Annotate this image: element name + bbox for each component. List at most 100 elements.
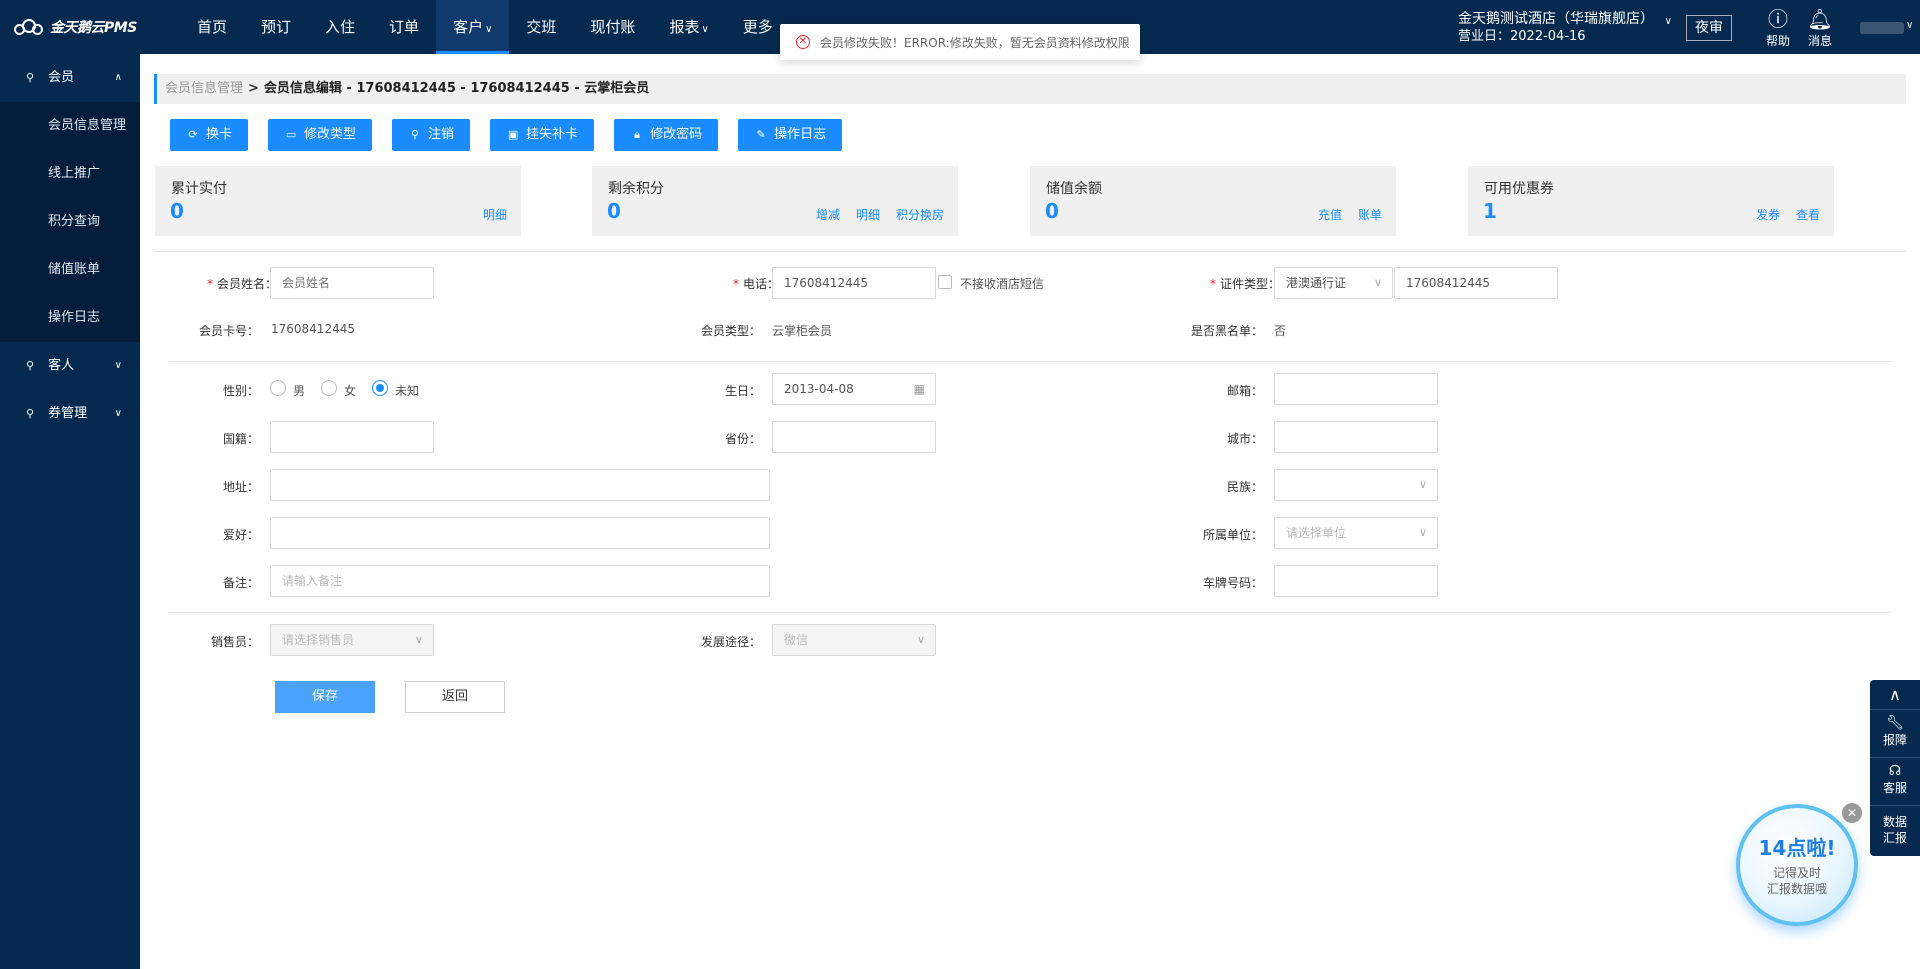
address-label: 地址： — [222, 480, 259, 494]
breadcrumb: 会员信息管理 > 会员信息编辑 - 17608412445 - 1760841244… — [154, 74, 1906, 104]
operation-log-button[interactable]: ✎ 操作日志 — [738, 119, 843, 151]
gender-label: 性别： — [222, 384, 259, 398]
remark-label: 备注： — [222, 576, 259, 590]
birthday-label: 生日： — [724, 384, 761, 398]
back-button[interactable]: 返回 — [405, 681, 505, 713]
address-input[interactable] — [270, 469, 770, 501]
plate-label: 车牌号码： — [1202, 576, 1263, 590]
reminder-bubble[interactable]: 14点啦! 记得及时 汇报数据哦 — [1736, 804, 1858, 926]
collapse-up-icon[interactable]: ∧ — [1870, 680, 1920, 710]
channel-select[interactable]: 微信 ∨ — [772, 624, 936, 656]
breadcrumb-parent[interactable]: 会员信息管理 — [165, 81, 243, 96]
main-content: 会员信息管理 > 会员信息编辑 - 17608412445 - 1760841244… — [140, 54, 1920, 969]
points-redeem-link[interactable]: 积分换房 — [896, 206, 944, 223]
ethnicity-select[interactable]: ∨ — [1274, 469, 1438, 501]
nav-shift[interactable]: 交班 — [509, 0, 573, 54]
company-select[interactable]: 请选择单位 ∨ — [1274, 517, 1438, 549]
nav-checkin[interactable]: 入住 — [308, 0, 372, 54]
reminder-title: 14点啦! — [1758, 836, 1836, 860]
card-no-label: 会员卡号： — [198, 324, 259, 338]
province-input[interactable] — [772, 421, 936, 453]
stat-points: 剩余积分 0 增减 明细 积分换房 — [592, 166, 958, 236]
sidebar-group-coupon[interactable]: ⚲ 券管理 ∨ — [0, 390, 140, 438]
bill-link[interactable]: 账单 — [1358, 206, 1382, 223]
user-avatar[interactable] — [1860, 22, 1904, 34]
sidebar-group-guest[interactable]: ⚲ 客人 ∨ — [0, 342, 140, 390]
hotel-selector[interactable]: 金天鹅测试酒店（华瑞旗舰店） 营业日：2022-04-16 ∨ — [1458, 10, 1672, 46]
data-report-button[interactable]: 数据汇报 — [1870, 806, 1920, 854]
phone-input[interactable]: 17608412445 — [772, 267, 936, 299]
city-input[interactable] — [1274, 421, 1438, 453]
nav-orders[interactable]: 订单 — [372, 0, 436, 54]
sms-optout-label: 不接收酒店短信 — [960, 277, 1045, 291]
stat-coupons: 可用优惠券 1 发券 查看 — [1468, 166, 1834, 236]
customer-service-button[interactable]: ☊ 客服 — [1870, 758, 1920, 806]
birthday-picker[interactable]: 2013-04-08 ▦ — [772, 373, 936, 405]
remark-input[interactable]: 请输入备注 — [270, 565, 770, 597]
email-label: 邮箱： — [1226, 384, 1263, 398]
nationality-label: 国籍： — [222, 432, 259, 446]
help-circle-icon: ⓘ — [1768, 7, 1788, 31]
save-button[interactable]: 保存 — [275, 681, 375, 713]
gender-male-radio[interactable] — [270, 380, 286, 396]
nav-reports[interactable]: 报表 ∨ — [652, 0, 725, 54]
help-button[interactable]: ⓘ 帮助 — [1758, 6, 1798, 49]
app-logo[interactable]: 金天鹅云PMS — [14, 17, 137, 37]
city-label: 城市： — [1226, 432, 1263, 446]
change-card-button[interactable]: ⟳ 换卡 — [170, 119, 249, 151]
view-coupon-link[interactable]: 查看 — [1796, 206, 1820, 223]
name-input[interactable] — [270, 267, 434, 299]
nav-home[interactable]: 首页 — [180, 0, 244, 54]
sidebar-item-points[interactable]: 积分查询 — [0, 198, 140, 246]
gender-female-radio[interactable] — [321, 380, 337, 396]
hotel-name: 金天鹅测试酒店（华瑞旗舰店） — [1458, 11, 1654, 27]
sidebar-item-stored-value[interactable]: 储值账单 — [0, 246, 140, 294]
id-type-select[interactable]: 港澳通行证 ∨ — [1274, 267, 1393, 299]
sidebar-item-oplog[interactable]: 操作日志 — [0, 294, 140, 342]
card-no-value: 17608412445 — [271, 322, 355, 336]
nav-reservation[interactable]: 预订 — [244, 0, 308, 54]
points-detail-link[interactable]: 明细 — [856, 206, 880, 223]
close-icon[interactable]: ✕ — [1842, 803, 1862, 823]
gender-unknown-radio[interactable] — [372, 380, 388, 396]
recharge-link[interactable]: 充值 — [1318, 206, 1342, 223]
nav-customers[interactable]: 客户 ∨ — [436, 0, 510, 54]
sales-select[interactable]: 请选择销售员 ∨ — [270, 624, 434, 656]
report-loss-button[interactable]: ▣ 挂失补卡 — [490, 119, 595, 151]
chevron-down-icon: ∨ — [701, 24, 709, 35]
id-number-input[interactable]: 17608412445 — [1394, 267, 1558, 299]
edit-icon: ✎ — [756, 128, 766, 141]
messages-button[interactable]: 🔔︎ 消息 — [1800, 6, 1840, 49]
lock-icon: 🔒︎ — [634, 128, 640, 141]
user-icon: ⚲ — [26, 359, 35, 372]
nav-cash-account[interactable]: 现付账 — [573, 0, 652, 54]
chevron-down-icon: ∨ — [414, 633, 423, 646]
chevron-down-icon: ∨ — [1418, 478, 1427, 491]
hobby-input[interactable] — [270, 517, 770, 549]
detail-link[interactable]: 明细 — [483, 206, 507, 223]
sidebar: ⚲ 会员 ∧ 会员信息管理 线上推广 积分查询 储值账单 操作日志 ⚲ 客人 ∨… — [0, 54, 140, 969]
adjust-points-link[interactable]: 增减 — [816, 206, 840, 223]
sidebar-item-online-promo[interactable]: 线上推广 — [0, 150, 140, 198]
gender-male-label: 男 — [293, 384, 306, 398]
issue-coupon-link[interactable]: 发券 — [1756, 206, 1780, 223]
cloud-logo-icon — [14, 18, 44, 36]
chevron-down-icon: ∨ — [1418, 526, 1427, 539]
change-type-button[interactable]: ▭ 修改类型 — [268, 119, 373, 151]
stat-value: 1 — [1483, 199, 1497, 223]
report-issue-button[interactable]: 🔧︎ 报障 — [1870, 710, 1920, 758]
email-input[interactable] — [1274, 373, 1438, 405]
chevron-down-icon[interactable]: ∨ — [1906, 20, 1913, 31]
chevron-down-icon: ∨ — [916, 633, 925, 646]
sms-optout-checkbox[interactable] — [938, 275, 952, 289]
night-audit-button[interactable]: 夜审 — [1686, 15, 1732, 41]
phone-label: * 电话： — [732, 277, 779, 291]
cancel-member-button[interactable]: ⚲ 注销 — [392, 119, 471, 151]
nationality-input[interactable] — [270, 421, 434, 453]
chevron-down-icon: ∨ — [114, 408, 122, 419]
sidebar-group-member[interactable]: ⚲ 会员 ∧ — [0, 54, 140, 102]
change-password-button[interactable]: 🔒︎ 修改密码 — [614, 119, 719, 151]
plate-input[interactable] — [1274, 565, 1438, 597]
sidebar-item-member-info[interactable]: 会员信息管理 — [0, 102, 140, 150]
blacklist-label: 是否黑名单： — [1190, 324, 1263, 338]
